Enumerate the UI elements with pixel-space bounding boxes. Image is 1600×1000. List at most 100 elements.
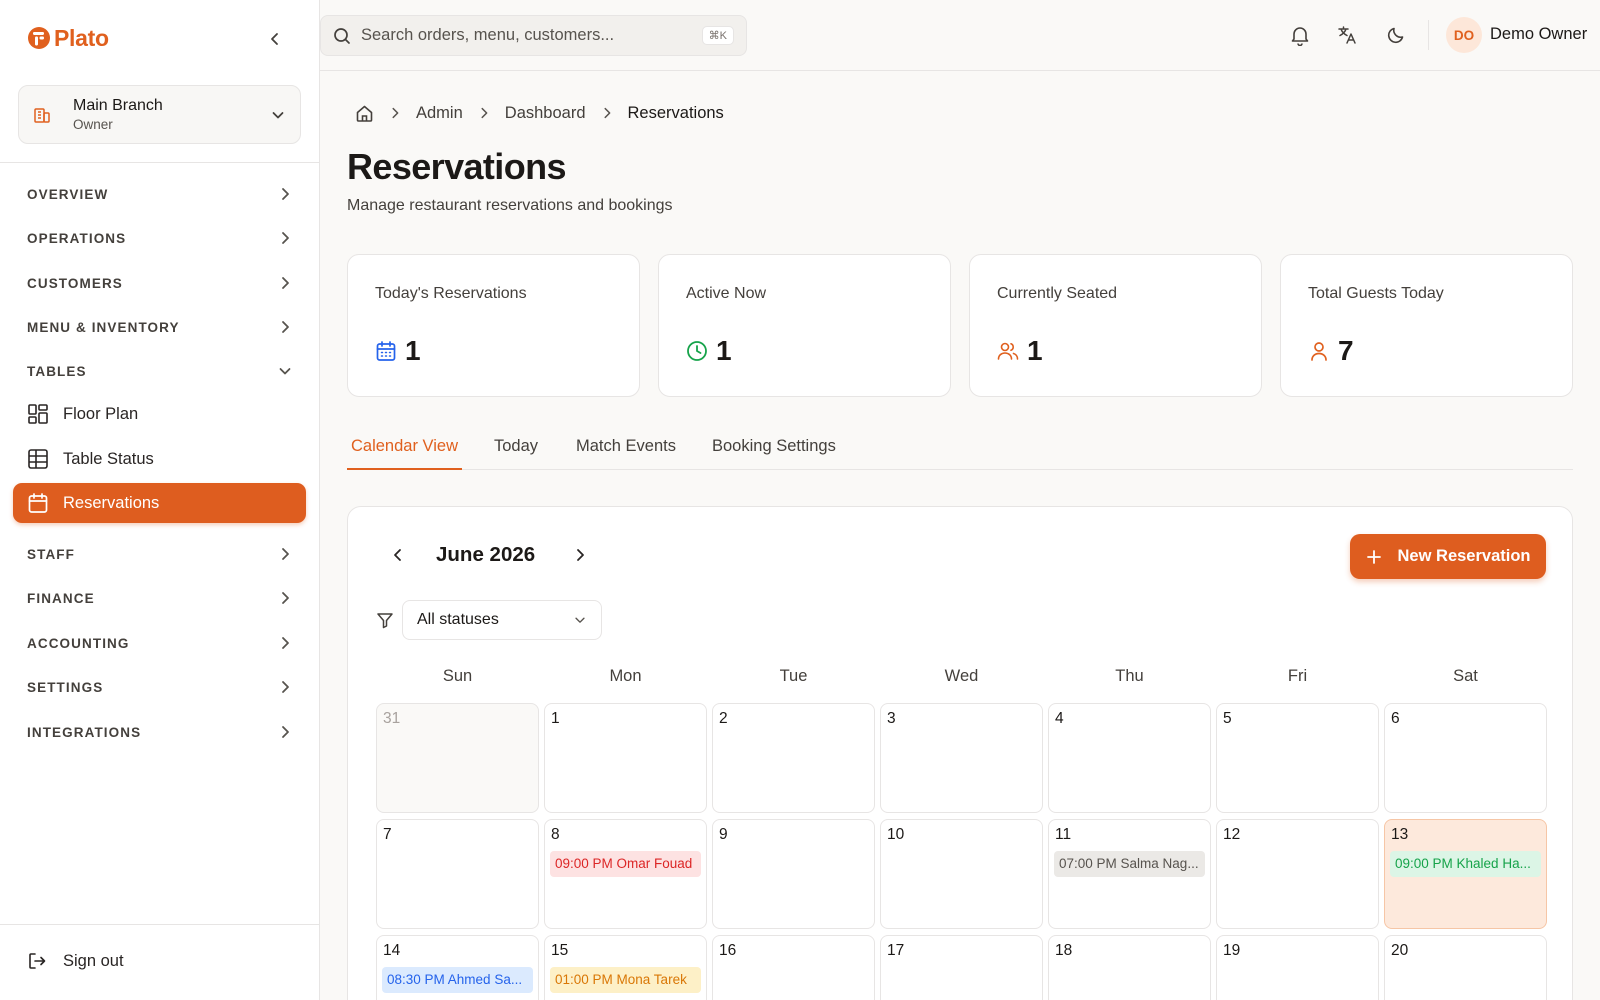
- next-month-button[interactable]: [568, 543, 592, 567]
- chevron-right-icon: [577, 549, 584, 561]
- calendar-day[interactable]: 19: [1216, 935, 1379, 1000]
- layout-grid-icon: [27, 403, 49, 425]
- calendar-day[interactable]: 3: [880, 703, 1043, 813]
- calendar-day[interactable]: 12: [1216, 819, 1379, 929]
- header-divider: [1428, 20, 1429, 50]
- calendar-day[interactable]: 31: [376, 703, 539, 813]
- stat-value: 7: [1338, 335, 1354, 366]
- sign-out-button[interactable]: Sign out: [27, 943, 124, 979]
- user-name[interactable]: Demo Owner: [1490, 25, 1587, 44]
- chevron-right-icon: [282, 232, 289, 244]
- reservation-event[interactable]: 01:00 PM Mona Tarek: [550, 967, 701, 993]
- calendar-day[interactable]: 11 07:00 PM Salma Nag...: [1048, 819, 1211, 929]
- users-icon: [997, 342, 1019, 360]
- day-number: 7: [383, 826, 392, 843]
- month-navigation: June 2026: [386, 537, 592, 573]
- nav-section-settings[interactable]: SETTINGS: [27, 672, 293, 702]
- breadcrumb-dashboard[interactable]: Dashboard: [505, 104, 586, 123]
- day-number: 10: [887, 826, 905, 843]
- day-number: 8: [551, 826, 560, 843]
- page-title: Reservations: [347, 146, 567, 187]
- reservation-event[interactable]: 08:30 PM Ahmed Sa...: [382, 967, 533, 993]
- reservation-event[interactable]: 07:00 PM Salma Nag...: [1054, 851, 1205, 877]
- search-icon: [334, 27, 350, 44]
- reservation-event[interactable]: 09:00 PM Khaled Ha...: [1390, 851, 1541, 877]
- calendar-day[interactable]: 10: [880, 819, 1043, 929]
- chevron-right-icon: [603, 107, 610, 119]
- filter-icon: [377, 613, 393, 629]
- calendar-day[interactable]: 9: [712, 819, 875, 929]
- sign-out-label: Sign out: [63, 951, 124, 970]
- nav-section-tables[interactable]: TABLES: [27, 356, 293, 386]
- calendar-day-today[interactable]: 13 09:00 PM Khaled Ha...: [1384, 819, 1547, 929]
- tab-today[interactable]: Today: [490, 431, 542, 470]
- tab-calendar-view[interactable]: Calendar View: [347, 431, 463, 470]
- calendar-day[interactable]: 2: [712, 703, 875, 813]
- nav-section-finance[interactable]: FINANCE: [27, 583, 293, 613]
- brand-logo[interactable]: Plato: [26, 22, 296, 54]
- calendar-day[interactable]: 14 08:30 PM Ahmed Sa...: [376, 935, 539, 1000]
- search-input[interactable]: [361, 26, 691, 45]
- stat-card-total-guests-today: Total Guests Today 7: [1280, 254, 1573, 397]
- calendar-day[interactable]: 17: [880, 935, 1043, 1000]
- weekday-header: Tue: [779, 667, 808, 685]
- new-reservation-button[interactable]: New Reservation: [1350, 534, 1546, 579]
- calendar-day[interactable]: 4: [1048, 703, 1211, 813]
- nav-section-operations[interactable]: OPERATIONS: [27, 223, 293, 253]
- tab-match-events[interactable]: Match Events: [572, 431, 680, 470]
- avatar[interactable]: DO: [1446, 17, 1482, 53]
- status-filter-select[interactable]: All statuses: [402, 600, 602, 640]
- search-bar[interactable]: ⌘K: [320, 15, 747, 56]
- stat-label: Active Now: [686, 285, 767, 302]
- stat-value: 1: [405, 335, 421, 366]
- weekday-header: Thu: [1115, 667, 1144, 685]
- day-number: 4: [1055, 710, 1064, 727]
- branch-selector[interactable]: Main Branch Owner: [18, 85, 301, 144]
- calendar-day[interactable]: 5: [1216, 703, 1379, 813]
- breadcrumb-admin[interactable]: Admin: [416, 104, 463, 123]
- nav-section-accounting[interactable]: ACCOUNTING: [27, 628, 293, 658]
- chevron-right-icon: [282, 681, 289, 693]
- chevron-right-icon: [282, 321, 289, 333]
- calendar-day[interactable]: 20: [1384, 935, 1547, 1000]
- sidebar-item-table-status[interactable]: Table Status: [13, 439, 306, 479]
- weekday-header: Wed: [944, 667, 979, 685]
- chevron-right-icon: [282, 277, 289, 289]
- calendar-icon: [27, 492, 49, 514]
- sidebar-item-reservations[interactable]: Reservations: [13, 483, 306, 523]
- theme-toggle-button[interactable]: [1384, 23, 1408, 47]
- branch-name: Main Branch: [73, 96, 163, 114]
- nav-section-customers[interactable]: CUSTOMERS: [27, 268, 293, 298]
- sidebar-item-label: Table Status: [63, 449, 154, 468]
- calendar-day[interactable]: 18: [1048, 935, 1211, 1000]
- notifications-button[interactable]: [1288, 23, 1312, 47]
- sidebar-item-floor-plan[interactable]: Floor Plan: [13, 394, 306, 434]
- nav-section-staff[interactable]: STAFF: [27, 539, 293, 569]
- nav-section-label: ACCOUNTING: [27, 635, 130, 651]
- day-number: 9: [719, 826, 728, 843]
- calendar-day[interactable]: 15 01:00 PM Mona Tarek: [544, 935, 707, 1000]
- calendar-day[interactable]: 1: [544, 703, 707, 813]
- nav-section-menu-inventory[interactable]: MENU & INVENTORY: [27, 312, 293, 342]
- day-number: 11: [1055, 826, 1072, 843]
- calendar-day[interactable]: 8 09:00 PM Omar Fouad: [544, 819, 707, 929]
- nav-section-overview[interactable]: OVERVIEW: [27, 179, 293, 209]
- nav-section-label: INTEGRATIONS: [27, 724, 142, 740]
- calendar-day[interactable]: 16: [712, 935, 875, 1000]
- weekday-header: Mon: [609, 667, 642, 685]
- top-header: ⌘K DO Demo Owner: [320, 0, 1600, 71]
- home-icon[interactable]: [355, 104, 374, 123]
- language-button[interactable]: [1335, 23, 1359, 47]
- sidebar-item-label: Reservations: [63, 493, 160, 512]
- day-number: 1: [551, 710, 560, 727]
- calendar-day[interactable]: 6: [1384, 703, 1547, 813]
- previous-month-button[interactable]: [386, 543, 410, 567]
- stat-label: Currently Seated: [997, 285, 1118, 302]
- nav-section-integrations[interactable]: INTEGRATIONS: [27, 717, 293, 747]
- page-subtitle: Manage restaurant reservations and booki…: [347, 197, 673, 214]
- nav-section-label: TABLES: [27, 363, 87, 379]
- collapse-sidebar-button[interactable]: [264, 28, 286, 50]
- tab-booking-settings[interactable]: Booking Settings: [708, 431, 840, 470]
- calendar-day[interactable]: 7: [376, 819, 539, 929]
- reservation-event[interactable]: 09:00 PM Omar Fouad: [550, 851, 701, 877]
